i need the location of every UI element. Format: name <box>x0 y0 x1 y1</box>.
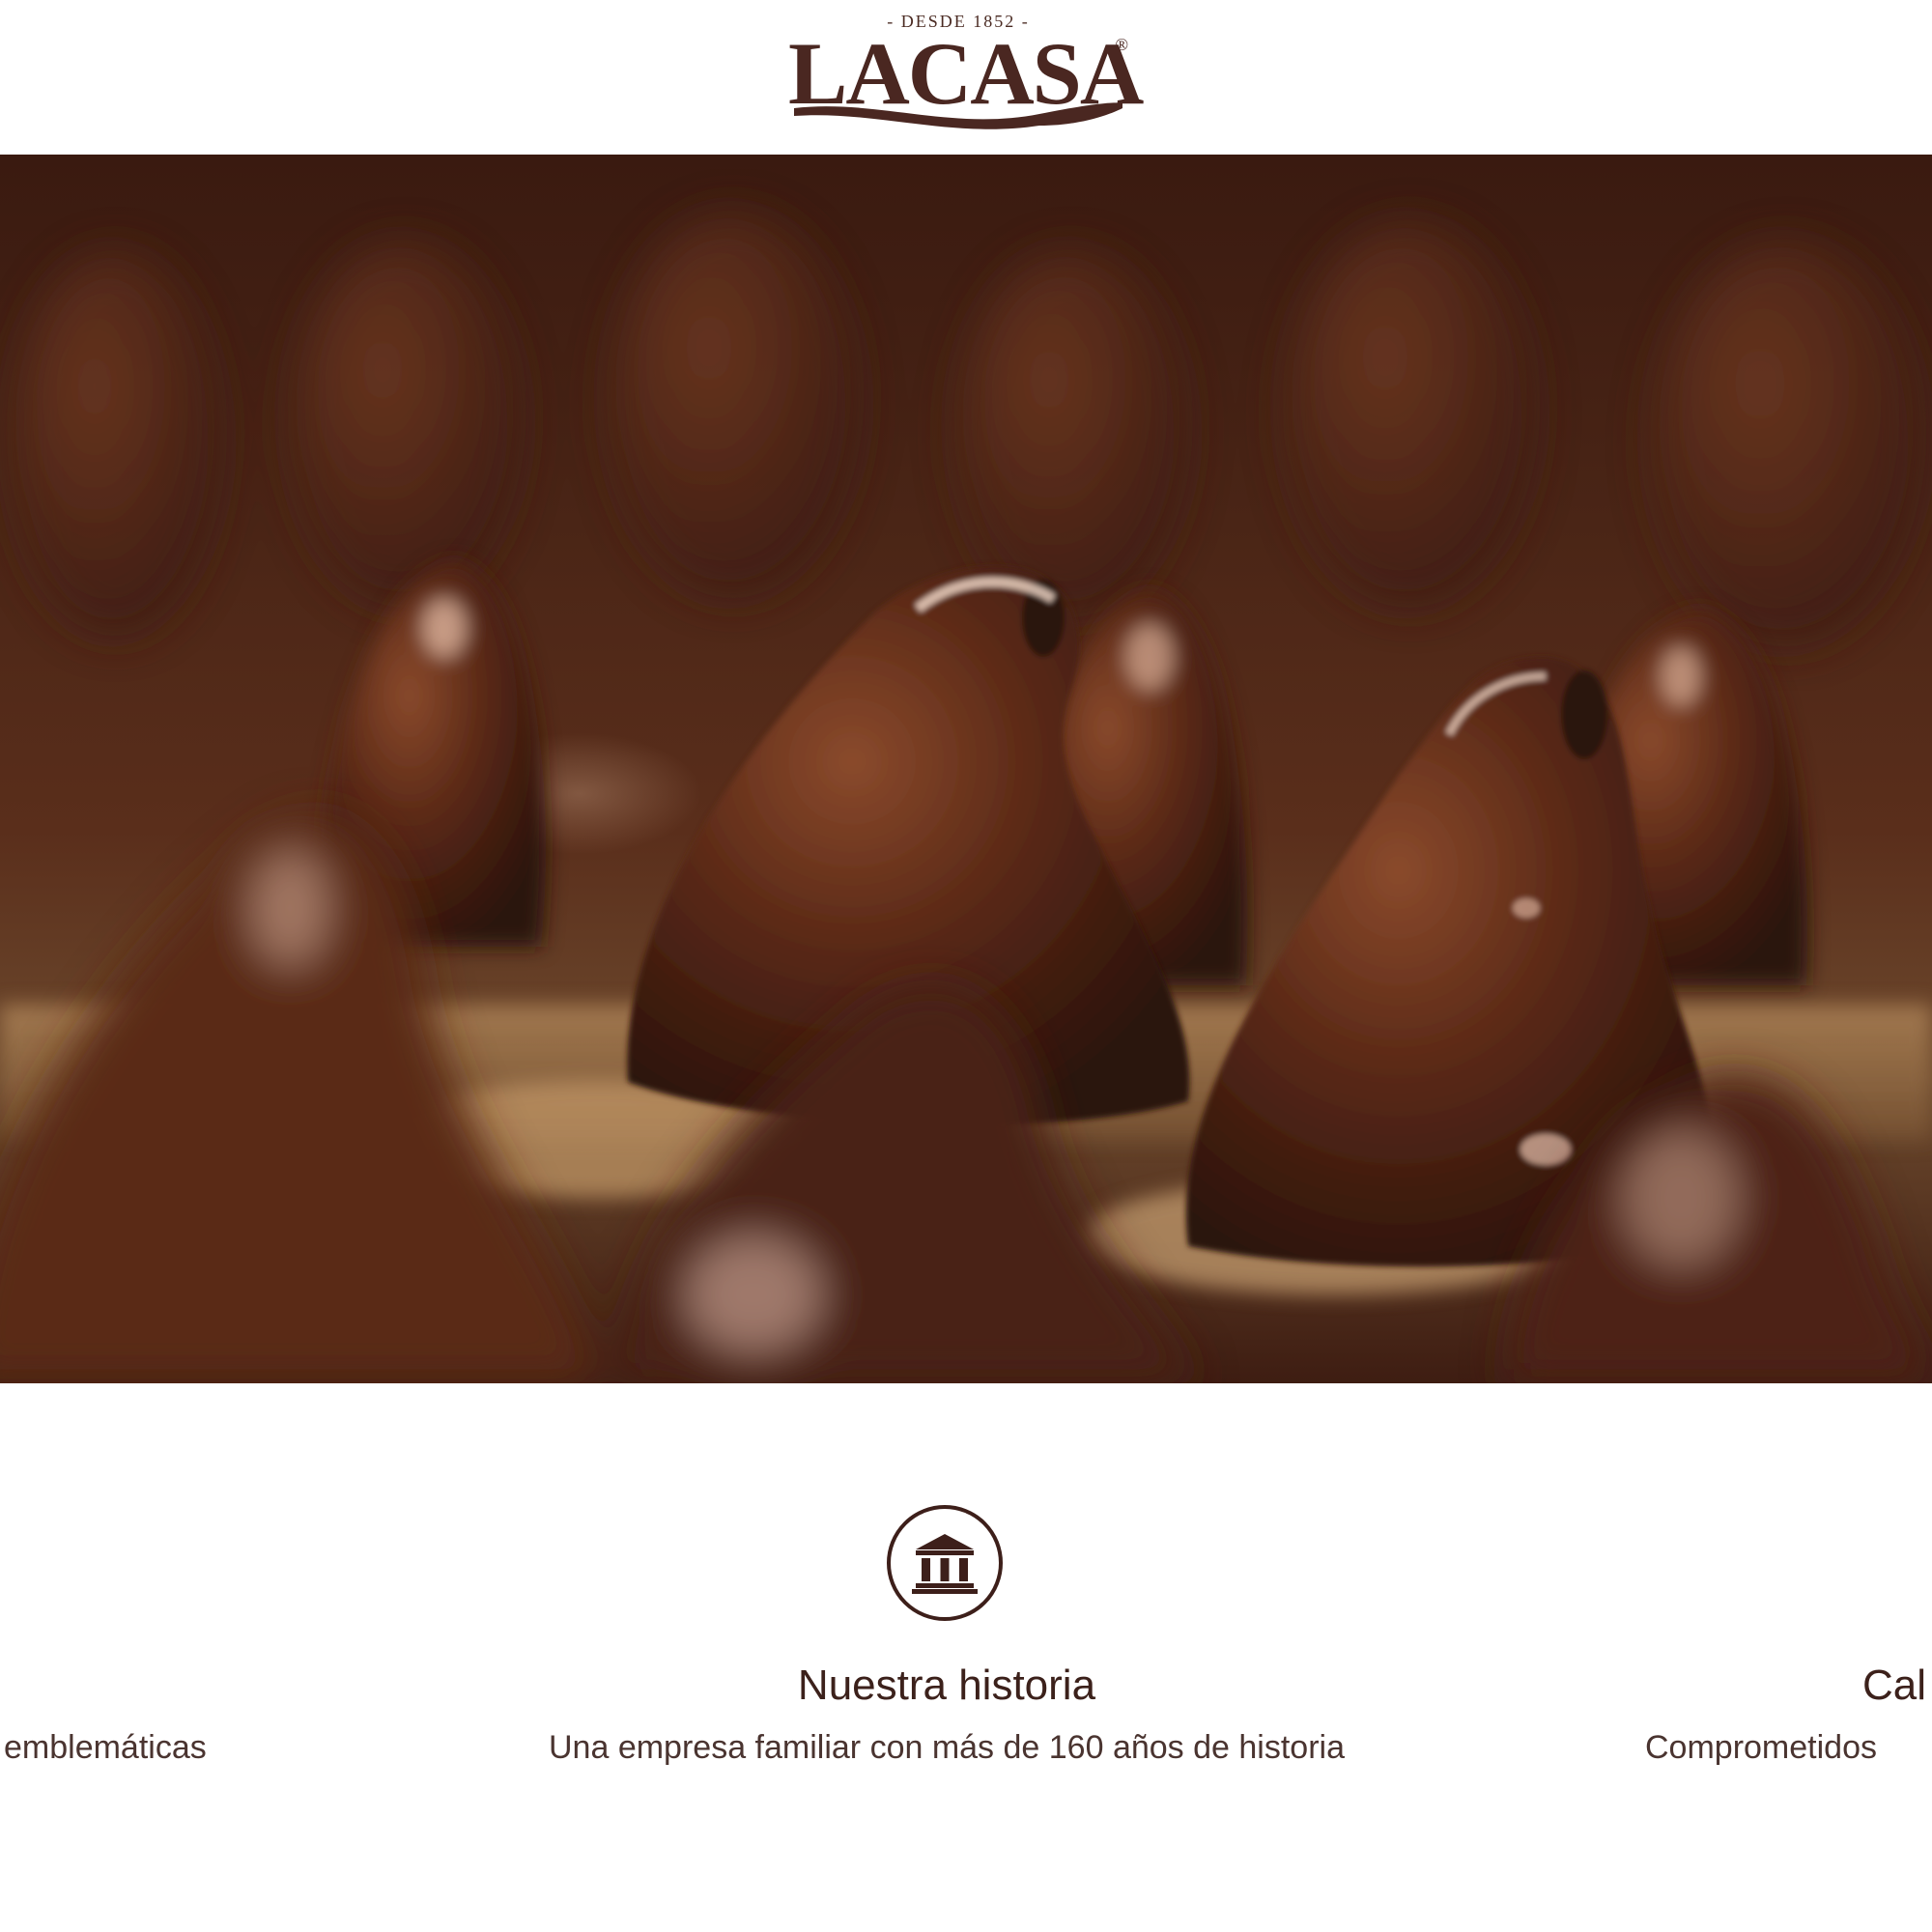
lacasa-logo[interactable]: - DESDE 1852 - LACASA ® <box>788 12 1144 133</box>
feature-title-history[interactable]: Nuestra historia <box>0 1662 1893 1710</box>
registered-mark: ® <box>1115 35 1128 54</box>
features-section: emblemáticas Nuestra historia Una empres… <box>0 1383 1932 1932</box>
feature-right-description: Comprometidos <box>1645 1729 1877 1766</box>
feature-description-history: Una empresa familiar con más de 160 años… <box>549 1729 1345 1766</box>
hero-image <box>0 155 1932 1383</box>
museum-glyph <box>912 1534 978 1594</box>
site-header: - DESDE 1852 - LACASA ® <box>0 0 1932 155</box>
museum-icon[interactable] <box>887 1505 1003 1621</box>
feature-right-title[interactable]: Cal <box>1862 1662 1926 1710</box>
logo-swoosh <box>794 100 1122 129</box>
chocolate-kisses-illustration <box>0 213 1932 1383</box>
